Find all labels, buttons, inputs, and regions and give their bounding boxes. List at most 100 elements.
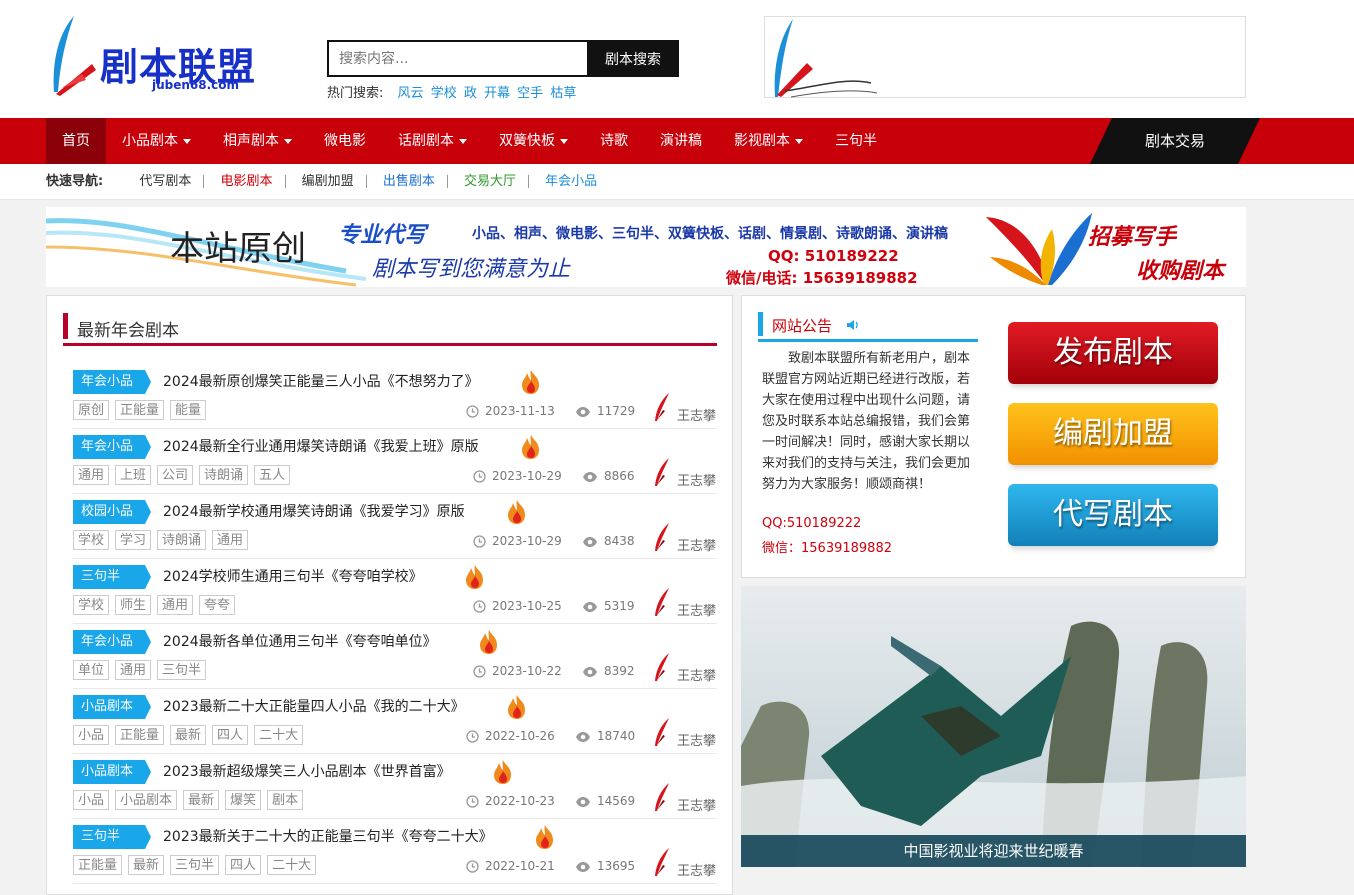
quick-link[interactable]: 编剧加盟 — [290, 175, 367, 188]
article-title[interactable]: 2023最新二十大正能量四人小品《我的二十大》 — [163, 696, 465, 716]
nav-item-film[interactable]: 影视剧本 — [718, 118, 819, 164]
article-title[interactable]: 2024最新各单位通用三句半《夸夸咱单位》 — [163, 631, 437, 651]
author-name[interactable]: 王志攀 — [677, 795, 716, 814]
article-row[interactable]: 三句半 2023最新关于二十大的正能量三句半《夸夸二十大》 正能量 最新 三句半 四人 二十… — [73, 819, 717, 884]
publish-script-button[interactable]: 发布剧本 — [1008, 322, 1218, 384]
tag[interactable]: 学校 — [73, 530, 110, 550]
nav-item-sanjuban[interactable]: 三句半 — [819, 118, 893, 164]
nav-item-poetry[interactable]: 诗歌 — [584, 118, 644, 164]
script-trade-button[interactable]: 剧本交易 — [1090, 118, 1260, 164]
tag[interactable]: 小品 — [73, 790, 110, 810]
date-text: 2023-11-13 — [485, 404, 555, 418]
nav-item-home[interactable]: 首页 — [46, 118, 106, 164]
site-logo[interactable]: 剧本联盟 juben68.com — [48, 14, 268, 98]
category-badge[interactable]: 小品剧本 — [73, 760, 151, 784]
search-input[interactable] — [327, 40, 587, 77]
quick-link[interactable]: 年会小品 — [533, 175, 609, 188]
tag[interactable]: 公司 — [157, 465, 194, 485]
tag[interactable]: 通用 — [212, 530, 249, 550]
article-title[interactable]: 2023最新关于二十大的正能量三句半《夸夸二十大》 — [163, 826, 493, 846]
tag[interactable]: 最新 — [170, 725, 207, 745]
author-name[interactable]: 王志攀 — [677, 860, 716, 879]
tag[interactable]: 剧本 — [267, 790, 304, 810]
quick-link[interactable]: 代写剧本 — [127, 175, 205, 188]
quick-link[interactable]: 电影剧本 — [209, 175, 286, 188]
quick-link[interactable]: 交易大厅 — [452, 175, 529, 188]
tag[interactable]: 能量 — [170, 400, 207, 420]
tag[interactable]: 通用 — [157, 595, 194, 615]
tag[interactable]: 上班 — [115, 465, 152, 485]
tag[interactable]: 通用 — [115, 660, 152, 680]
nav-item-shuanghuang[interactable]: 双簧快板 — [483, 118, 584, 164]
nav-item-drama[interactable]: 话剧剧本 — [382, 118, 483, 164]
tag[interactable]: 四人 — [225, 855, 262, 875]
author-name[interactable]: 王志攀 — [677, 470, 716, 489]
tag[interactable]: 小品剧本 — [115, 790, 178, 810]
nav-item-crosstalk[interactable]: 相声剧本 — [207, 118, 308, 164]
hot-keyword[interactable]: 政 — [464, 86, 477, 101]
article-row[interactable]: 校园小品 2024最新学校通用爆笑诗朗诵《我爱学习》原版 学校 学习 诗朗诵 通用 2023… — [73, 494, 717, 559]
tag[interactable]: 三句半 — [157, 660, 207, 680]
tag[interactable]: 诗朗诵 — [199, 465, 249, 485]
tag[interactable]: 诗朗诵 — [157, 530, 207, 550]
join-writer-button[interactable]: 编剧加盟 — [1008, 403, 1218, 465]
tag[interactable]: 夸夸 — [199, 595, 236, 615]
nav-item-microfilm[interactable]: 微电影 — [308, 118, 382, 164]
tag[interactable]: 二十大 — [267, 855, 317, 875]
tag[interactable]: 二十大 — [254, 725, 304, 745]
article-row[interactable]: 年会小品 2024最新全行业通用爆笑诗朗诵《我爱上班》原版 通用 上班 公司 诗朗诵 五人 2… — [73, 429, 717, 494]
search-button[interactable]: 剧本搜索 — [587, 40, 679, 77]
header-ad[interactable] — [764, 16, 1246, 98]
tag[interactable]: 最新 — [183, 790, 220, 810]
quick-link[interactable]: 出售剧本 — [371, 175, 448, 188]
author-name[interactable]: 王志攀 — [677, 405, 716, 424]
hot-keyword[interactable]: 学校 — [431, 86, 457, 101]
category-badge[interactable]: 校园小品 — [73, 500, 151, 524]
tag[interactable]: 爆笑 — [225, 790, 262, 810]
article-row[interactable]: 三句半 2024学校师生通用三句半《夸夸咱学校》 学校 师生 通用 夸夸 2023-10-2… — [73, 559, 717, 624]
hot-keyword[interactable]: 开幕 — [484, 86, 510, 101]
hot-keyword[interactable]: 风云 — [398, 86, 424, 101]
tag[interactable]: 师生 — [115, 595, 152, 615]
category-badge[interactable]: 年会小品 — [73, 435, 151, 459]
tag[interactable]: 学校 — [73, 595, 110, 615]
article-row[interactable]: 年会小品 2024最新各单位通用三句半《夸夸咱单位》 单位 通用 三句半 2023-10-… — [73, 624, 717, 689]
tag[interactable]: 正能量 — [73, 855, 123, 875]
tag[interactable]: 最新 — [128, 855, 165, 875]
tag[interactable]: 小品 — [73, 725, 110, 745]
ad-banner[interactable]: 本站原创 专业代写 小品、相声、微电影、三句半、双簧快板、话剧、情景剧、诗歌朗诵… — [46, 207, 1246, 287]
tag[interactable]: 学习 — [115, 530, 152, 550]
tag[interactable]: 正能量 — [115, 725, 165, 745]
article-title[interactable]: 2023最新超级爆笑三人小品剧本《世界首富》 — [163, 761, 451, 781]
tag[interactable]: 正能量 — [115, 400, 165, 420]
featured-photo[interactable]: 中国影视业将迎来世纪暖春 — [741, 586, 1246, 867]
author-name[interactable]: 王志攀 — [677, 730, 716, 749]
tag[interactable]: 单位 — [73, 660, 110, 680]
caret-down-icon — [183, 138, 191, 144]
author-name[interactable]: 王志攀 — [677, 535, 716, 554]
category-badge[interactable]: 年会小品 — [73, 370, 151, 394]
hot-keyword[interactable]: 枯草 — [550, 86, 576, 101]
tag[interactable]: 四人 — [212, 725, 249, 745]
author-name[interactable]: 王志攀 — [677, 600, 716, 619]
article-row[interactable]: 小品剧本 2023最新二十大正能量四人小品《我的二十大》 小品 正能量 最新 四人 二十大 2… — [73, 689, 717, 754]
tag[interactable]: 原创 — [73, 400, 110, 420]
article-title[interactable]: 2024最新全行业通用爆笑诗朗诵《我爱上班》原版 — [163, 436, 479, 456]
article-row[interactable]: 小品剧本 2023最新超级爆笑三人小品剧本《世界首富》 小品 小品剧本 最新 爆笑 剧本 20… — [73, 754, 717, 819]
nav-item-speech[interactable]: 演讲稿 — [644, 118, 718, 164]
category-badge[interactable]: 年会小品 — [73, 630, 151, 654]
article-row[interactable]: 年会小品 2024最新原创爆笑正能量三人小品《不想努力了》原创 正能量 能量 2023-… — [73, 364, 717, 429]
nav-item-skit[interactable]: 小品剧本 — [106, 118, 207, 164]
category-badge[interactable]: 三句半 — [73, 565, 151, 589]
tag[interactable]: 五人 — [254, 465, 291, 485]
tag[interactable]: 通用 — [73, 465, 110, 485]
article-title[interactable]: 2024学校师生通用三句半《夸夸咱学校》 — [163, 566, 423, 586]
article-title[interactable]: 2024最新学校通用爆笑诗朗诵《我爱学习》原版 — [163, 501, 465, 521]
category-badge[interactable]: 小品剧本 — [73, 695, 151, 719]
category-badge[interactable]: 三句半 — [73, 825, 151, 849]
ghostwrite-button[interactable]: 代写剧本 — [1008, 484, 1218, 546]
tag[interactable]: 三句半 — [170, 855, 220, 875]
article-title[interactable]: 2024最新原创爆笑正能量三人小品《不想努力了》 — [163, 371, 479, 391]
author-name[interactable]: 王志攀 — [677, 665, 716, 684]
hot-keyword[interactable]: 空手 — [517, 86, 543, 101]
